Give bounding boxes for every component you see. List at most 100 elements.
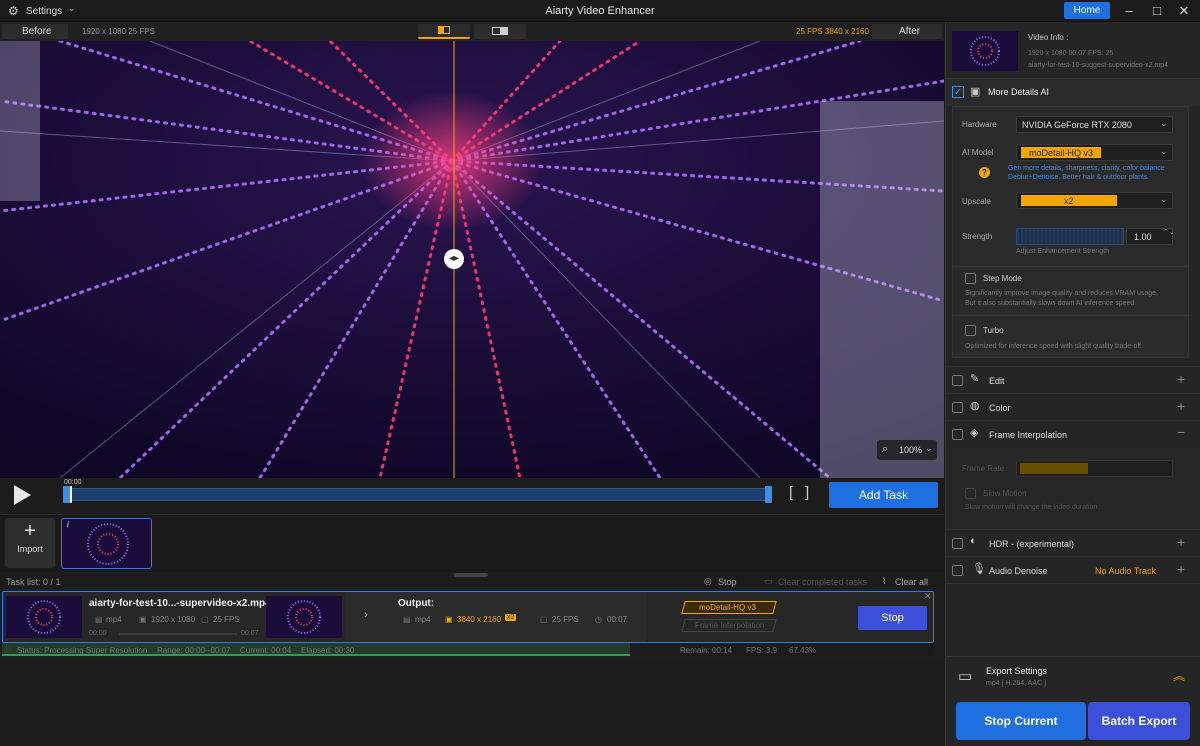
split-handle-icon[interactable]: ◂▸ <box>444 249 464 269</box>
frame-rate-select[interactable] <box>1016 460 1173 477</box>
title-bar: ⚙ Settings ⌄ Aiarty Video Enhancer Home … <box>0 0 1200 22</box>
zoom-control[interactable]: ⌕ 100% ⌄ <box>877 440 937 460</box>
edit-section[interactable]: ✎ Edit + <box>946 366 1200 393</box>
expand-icon[interactable]: + <box>1177 534 1185 550</box>
trim-start-handle[interactable] <box>63 486 70 503</box>
edit-checkbox[interactable] <box>952 375 963 386</box>
close-icon[interactable]: ✕ <box>924 591 932 602</box>
preview-header: Before 1920 x 1080 25 FPS 25 FPS 3840 x … <box>0 22 944 41</box>
import-button[interactable]: + Import <box>5 518 55 568</box>
video-preview[interactable]: ◂▸ ⌕ 100% ⌄ <box>0 41 944 478</box>
minimize-icon[interactable]: – <box>1117 3 1141 19</box>
maximize-icon[interactable]: □ <box>1145 3 1169 19</box>
side-by-side-button[interactable] <box>474 24 526 39</box>
task-stop-button[interactable]: Stop <box>858 606 927 630</box>
stepper-icon[interactable]: ⌃⌄ <box>1163 228 1175 236</box>
upscale-value: x2 <box>1064 196 1074 206</box>
fps-icon: ▢ <box>201 615 209 624</box>
task-interp-tag: Frame Interpolation <box>695 621 765 630</box>
frame-interp-body: Frame Rate Slow Motion Slow motion will … <box>946 447 1200 529</box>
task-row[interactable]: aiarty-for-test-10...-supervideo-x2.mp4 … <box>2 591 934 643</box>
stop-all-button[interactable]: Stop <box>718 577 737 587</box>
strength-input[interactable]: 1.00 ⌃⌄ <box>1126 228 1175 245</box>
turbo-desc: Optimized for inference speed with sligh… <box>965 343 1144 350</box>
broom-icon[interactable]: ⌇ <box>882 576 886 587</box>
play-icon[interactable] <box>14 485 31 505</box>
upscale-select[interactable]: x2 ⌄ <box>1016 192 1173 209</box>
add-task-button[interactable]: Add Task <box>829 482 938 508</box>
film-icon: ▤ <box>403 615 411 624</box>
ai-model-select[interactable]: moDetail-HQ v3 ⌄ <box>1016 144 1173 161</box>
chevron-down-icon: ⌄ <box>1160 118 1168 128</box>
hdr-checkbox[interactable] <box>952 538 963 549</box>
help-icon[interactable]: ? <box>979 167 990 178</box>
color-checkbox[interactable] <box>952 402 963 413</box>
mark-out-icon[interactable]: ] <box>805 484 809 501</box>
app-title: Aiarty Video Enhancer <box>545 5 655 17</box>
step-mode-desc-1: Significantly improve image quality and … <box>965 290 1158 297</box>
export-settings-row[interactable]: ▭ Export Settings mp4 [ H.264, AAC ] ︽ <box>946 656 1200 698</box>
collapse-icon[interactable]: − <box>1177 424 1185 440</box>
hardware-value: NVIDIA GeForce RTX 2080 <box>1022 120 1132 130</box>
hdr-section[interactable]: ◐ HDR - (experimental) + <box>946 529 1200 556</box>
slow-motion-checkbox[interactable] <box>965 488 976 499</box>
timeline-track[interactable] <box>63 488 772 501</box>
expand-icon[interactable]: + <box>1177 371 1185 387</box>
turbo-label: Turbo <box>983 326 1004 335</box>
ferris-wheel-image <box>0 41 944 478</box>
hardware-select[interactable]: NVIDIA GeForce RTX 2080 ⌄ <box>1016 116 1173 133</box>
stop-current-button[interactable]: Stop Current <box>956 702 1086 740</box>
mark-in-icon[interactable]: [ <box>789 484 793 501</box>
expand-icon[interactable]: + <box>1177 398 1185 414</box>
playhead[interactable] <box>70 486 72 503</box>
clear-completed-button[interactable]: Clear completed tasks <box>778 577 867 587</box>
more-details-header[interactable]: ✓ ▣ More Details AI <box>946 78 1200 106</box>
close-icon[interactable]: ✕ <box>1172 3 1196 19</box>
home-button[interactable]: Home <box>1064 2 1110 19</box>
before-label: Before <box>22 26 52 37</box>
zoom-value: 100% <box>899 445 923 455</box>
task-model-tag: moDetail-HQ v3 <box>699 603 756 612</box>
resize-grip[interactable] <box>454 573 488 577</box>
audio-denoise-checkbox[interactable] <box>952 565 963 576</box>
split-view-icon <box>438 26 450 34</box>
ai-model-value: moDetail-HQ v3 <box>1029 148 1094 158</box>
batch-export-button[interactable]: Batch Export <box>1088 702 1190 740</box>
strength-label: Strength <box>962 232 993 241</box>
more-details-checkbox[interactable]: ✓ <box>952 86 964 98</box>
spinner-icon: ◌ <box>6 645 11 654</box>
hdr-icon: ◐ <box>970 535 977 547</box>
hdr-label: HDR - (experimental) <box>989 539 1075 549</box>
chevron-up-icon[interactable]: ︽ <box>1173 667 1185 684</box>
microphone-icon: 🎙︎ <box>972 563 986 575</box>
side-by-side-icon <box>492 27 508 35</box>
media-thumbnail[interactable]: i <box>61 518 152 569</box>
turbo-checkbox[interactable] <box>965 325 976 336</box>
task-time-start: 00:00 <box>89 630 107 637</box>
frame-interp-checkbox[interactable] <box>952 429 963 440</box>
clear-all-button[interactable]: Clear all <box>895 577 928 587</box>
color-section[interactable]: ◍ Color + <box>946 393 1200 420</box>
task-out-fps: 25 FPS <box>552 615 579 624</box>
film-icon: ▤ <box>95 615 103 624</box>
chevron-down-icon: ⌄ <box>1160 146 1168 156</box>
status-percent: 67.43% <box>789 646 817 655</box>
chevron-right-icon: › <box>364 609 368 621</box>
frame-rate-chip <box>1020 463 1088 474</box>
export-format: mp4 [ H.264, AAC ] <box>986 680 1046 687</box>
ai-sparkle-icon: ▣ <box>970 86 981 98</box>
trim-end-handle[interactable] <box>765 486 772 503</box>
after-label: After <box>899 26 921 37</box>
video-info-label: Video Info : <box>1028 33 1069 42</box>
task-out-duration: 00:07 <box>607 615 628 624</box>
strength-slider[interactable] <box>1016 228 1124 245</box>
expand-icon[interactable]: + <box>1177 561 1185 577</box>
stop-all-icon[interactable]: ◎ <box>704 576 712 587</box>
strength-value: 1.00 <box>1134 232 1152 242</box>
step-mode-checkbox[interactable] <box>965 273 976 284</box>
task-out-scale: x2 <box>505 614 517 621</box>
audio-denoise-section[interactable]: 🎙︎ Audio Denoise No Audio Track + <box>946 556 1200 583</box>
split-view-button[interactable] <box>418 24 470 39</box>
info-icon[interactable]: i <box>67 520 69 529</box>
frame-interp-section[interactable]: ◈ Frame Interpolation − <box>946 420 1200 447</box>
